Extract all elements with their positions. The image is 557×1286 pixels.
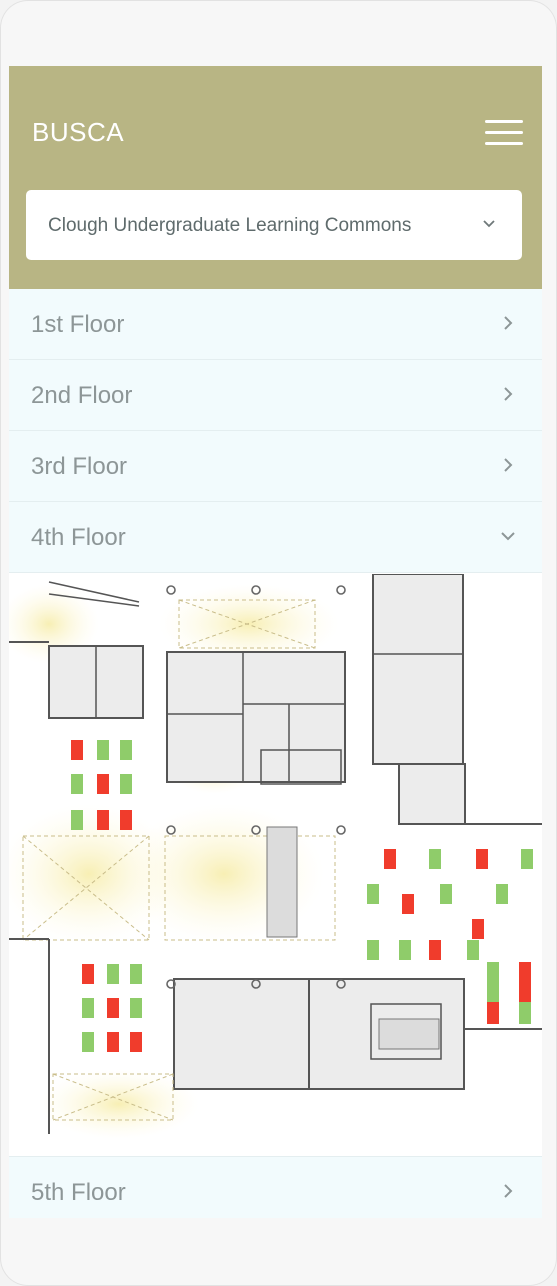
- seat-available[interactable]: [82, 998, 94, 1018]
- seat-available[interactable]: [487, 962, 499, 1002]
- seat-available[interactable]: [367, 940, 379, 960]
- chevron-right-icon: [504, 316, 513, 330]
- phone-frame: BUSCA Clough Undergraduate Learning Comm…: [0, 0, 557, 1286]
- chevron-down-icon: [483, 220, 495, 228]
- seat-available[interactable]: [429, 849, 441, 869]
- seat-occupied[interactable]: [429, 940, 441, 960]
- seat-available[interactable]: [130, 964, 142, 984]
- building-select[interactable]: Clough Undergraduate Learning Commons: [26, 190, 522, 260]
- hamburger-menu-icon[interactable]: [485, 120, 523, 146]
- seat-available[interactable]: [521, 849, 533, 869]
- chevron-down-icon: [501, 532, 515, 541]
- seat-available[interactable]: [130, 998, 142, 1018]
- seat-available[interactable]: [467, 940, 479, 960]
- building-select-value: Clough Undergraduate Learning Commons: [48, 215, 412, 236]
- seat-available[interactable]: [519, 1002, 531, 1024]
- seat-available[interactable]: [97, 740, 109, 760]
- app-title: BUSCA: [32, 117, 125, 147]
- seat-occupied[interactable]: [97, 810, 109, 830]
- seat-available[interactable]: [120, 740, 132, 760]
- seat-available[interactable]: [120, 774, 132, 794]
- seat-occupied[interactable]: [97, 774, 109, 794]
- floor-item-3[interactable]: 3rd Floor: [9, 431, 542, 502]
- seat-occupied[interactable]: [402, 894, 414, 914]
- floor-label: 2nd Floor: [31, 382, 133, 409]
- seat-occupied[interactable]: [487, 1002, 499, 1024]
- app-screen: BUSCA Clough Undergraduate Learning Comm…: [9, 66, 542, 1218]
- seat-occupied[interactable]: [107, 1032, 119, 1052]
- floor-item-2[interactable]: 2nd Floor: [9, 360, 542, 431]
- floor-item-4[interactable]: 4th Floor: [9, 502, 542, 573]
- seat-available[interactable]: [71, 810, 83, 830]
- floor-label: 3rd Floor: [31, 453, 128, 480]
- floor-item-1[interactable]: 1st Floor: [9, 289, 542, 360]
- seat-occupied[interactable]: [120, 810, 132, 830]
- seat-available[interactable]: [399, 940, 411, 960]
- header-bar: BUSCA Clough Undergraduate Learning Comm…: [9, 66, 542, 289]
- floor-plan-map: [9, 574, 542, 1156]
- seat-occupied[interactable]: [519, 962, 531, 1002]
- floor-item-5[interactable]: 5th Floor: [9, 1156, 542, 1218]
- seat-occupied[interactable]: [107, 998, 119, 1018]
- seat-available[interactable]: [496, 884, 508, 904]
- seat-available[interactable]: [107, 964, 119, 984]
- seat-available[interactable]: [367, 884, 379, 904]
- seat-available[interactable]: [440, 884, 452, 904]
- floor-label: 4th Floor: [31, 524, 126, 551]
- floor-label: 5th Floor: [31, 1179, 126, 1206]
- seat-available[interactable]: [71, 774, 83, 794]
- seat-occupied[interactable]: [472, 919, 484, 939]
- seat-occupied[interactable]: [476, 849, 488, 869]
- chevron-right-icon: [504, 387, 513, 401]
- chevron-right-icon: [504, 1184, 513, 1198]
- floor-label: 1st Floor: [31, 311, 125, 338]
- seat-occupied[interactable]: [130, 1032, 142, 1052]
- chevron-right-icon: [504, 458, 513, 472]
- seat-occupied[interactable]: [71, 740, 83, 760]
- seat-occupied[interactable]: [82, 964, 94, 984]
- seat-occupied[interactable]: [384, 849, 396, 869]
- seat-available[interactable]: [82, 1032, 94, 1052]
